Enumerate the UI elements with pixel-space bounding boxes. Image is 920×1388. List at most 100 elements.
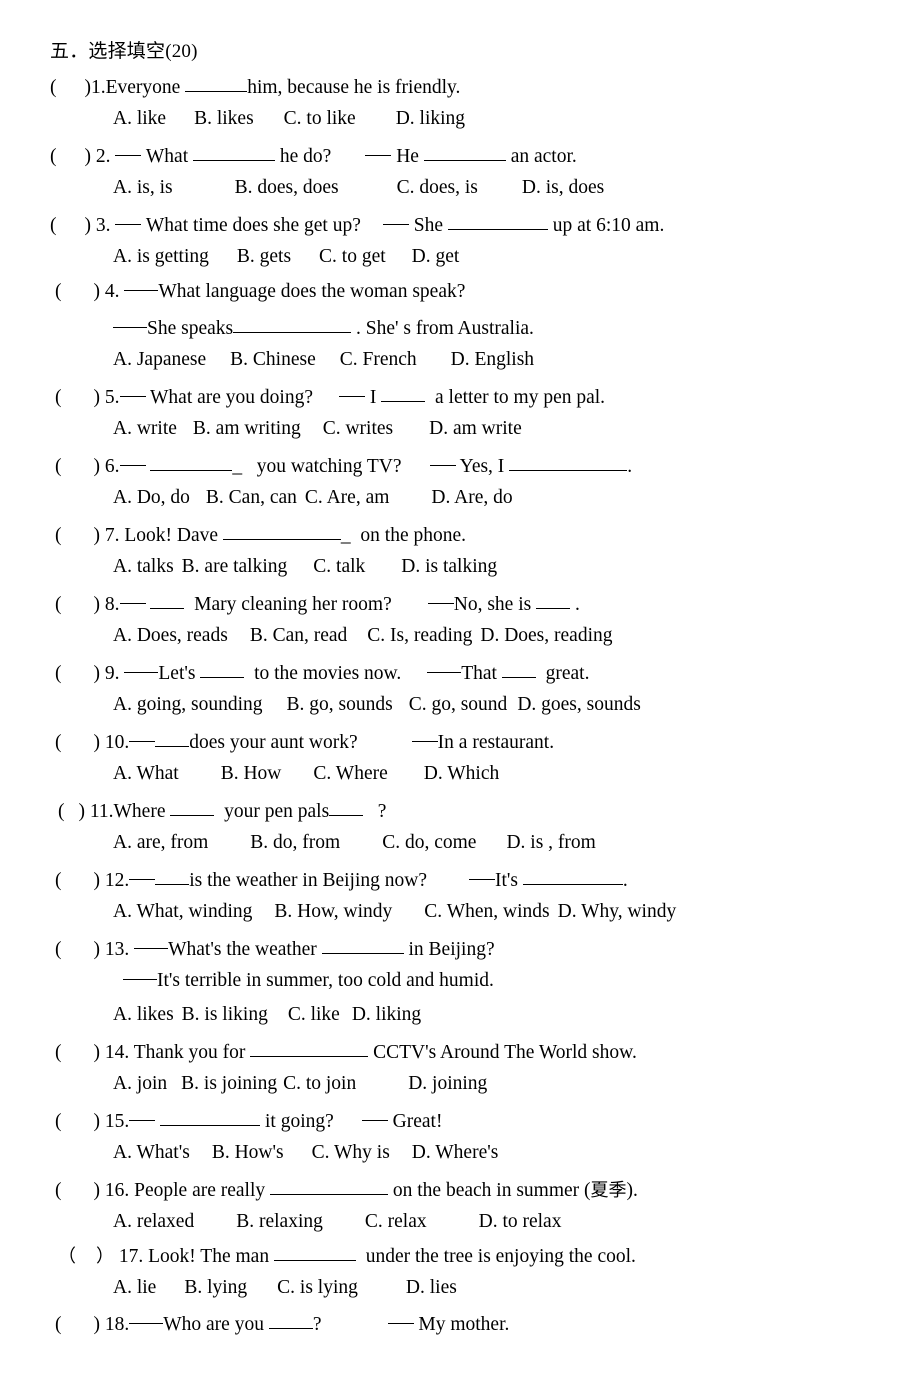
blank-16-1 bbox=[270, 1176, 389, 1195]
question-9-options: A. going, sounding B. go, sounds C. go, so… bbox=[113, 694, 641, 715]
blank-10-1 bbox=[155, 728, 190, 747]
dialogue-dash bbox=[124, 290, 159, 291]
question-12-stem: () 12. is the weather in Beijing now? It's… bbox=[55, 867, 628, 892]
question-8-stem: () 8. Mary cleaning her room? No, she is … bbox=[55, 591, 580, 616]
question-1-stem: ()1.Everyone him, because he is friendly… bbox=[50, 74, 460, 99]
blank-14-1 bbox=[250, 1038, 369, 1057]
dialogue-dash bbox=[119, 464, 146, 466]
blank-7-1 bbox=[222, 521, 341, 540]
answer-bracket-5[interactable]: ( bbox=[55, 387, 62, 408]
answer-bracket-1[interactable]: ( bbox=[50, 77, 57, 98]
blank-12-1 bbox=[155, 866, 190, 885]
question-4-stem: () 4. What language does the woman speak… bbox=[55, 281, 466, 302]
blank-18-1 bbox=[268, 1310, 313, 1329]
worksheet-page: 五．选择填空(20) ()1.Everyone him, because he … bbox=[0, 0, 920, 1388]
question-6-stem: () 6. _ you watching TV? Yes, I . bbox=[55, 453, 632, 478]
blank-6-1 bbox=[150, 452, 233, 471]
question-17-options: A. lie B. lying C. is lying D. lies bbox=[113, 1277, 457, 1298]
question-11-stem: () 11.Where your pen pals ? bbox=[58, 798, 386, 823]
answer-bracket-17[interactable]: （ bbox=[58, 1246, 76, 1267]
dialogue-dash bbox=[387, 1322, 414, 1324]
blank-12-2 bbox=[522, 866, 623, 885]
question-7-stem: () 7. Look! Dave _ on the phone. bbox=[55, 522, 466, 547]
dialogue-dash bbox=[468, 878, 495, 880]
blank-1-1 bbox=[185, 73, 248, 92]
dialogue-dash bbox=[124, 671, 159, 673]
question-10-options: A. What B. How C. Where D. Which bbox=[113, 763, 500, 784]
blank-3-1 bbox=[447, 211, 548, 230]
blank-9-1 bbox=[200, 659, 245, 678]
answer-bracket-2[interactable]: ( bbox=[50, 146, 57, 167]
question-6-options: A. Do, do B. Can, can C. Are, am D. Are, do bbox=[113, 487, 513, 508]
answer-bracket-4[interactable]: ( bbox=[55, 281, 62, 302]
answer-bracket-13[interactable]: ( bbox=[55, 939, 62, 960]
dialogue-dash bbox=[113, 326, 147, 328]
question-1-options: A. like B. likes C. to like D. liking bbox=[113, 108, 466, 129]
answer-bracket-3[interactable]: ( bbox=[50, 215, 57, 236]
question-17-stem: （） 17. Look! The man under the tree is e… bbox=[58, 1243, 636, 1268]
blank-9-2 bbox=[501, 659, 536, 678]
blank-11-1 bbox=[170, 797, 215, 816]
question-2-stem: () 2. What he do? He an actor. bbox=[50, 143, 577, 168]
blank-5-1 bbox=[381, 383, 426, 402]
question-18-stem: () 18. Who are you ? My mother. bbox=[55, 1311, 509, 1336]
dialogue-dash bbox=[115, 154, 142, 156]
dialogue-dash bbox=[123, 979, 157, 980]
dialogue-dash bbox=[134, 947, 169, 949]
blank-2-2 bbox=[423, 142, 506, 161]
answer-bracket-18[interactable]: ( bbox=[55, 1314, 62, 1335]
dialogue-dash bbox=[115, 223, 142, 225]
blank-8-2 bbox=[536, 590, 571, 609]
dialogue-dash bbox=[129, 740, 156, 742]
dialogue-dash bbox=[382, 223, 409, 225]
answer-bracket-6[interactable]: ( bbox=[55, 456, 62, 477]
question-4-continuation: She speaks . She' s from Australia. bbox=[113, 315, 534, 340]
question-14-options: A. join B. is joining C. to join D. joining bbox=[113, 1073, 488, 1094]
dialogue-dash bbox=[129, 1322, 164, 1324]
answer-bracket-9[interactable]: ( bbox=[55, 663, 62, 684]
question-8-options: A. Does, reads B. Can, read C. Is, reading… bbox=[113, 625, 613, 646]
dialogue-dash bbox=[129, 1119, 156, 1121]
answer-bracket-12[interactable]: ( bbox=[55, 870, 62, 891]
question-5-options: A. write B. am writing C. writes D. am writ… bbox=[113, 418, 522, 439]
dialogue-dash bbox=[429, 464, 456, 466]
blank-6-2 bbox=[509, 452, 628, 471]
question-3-options: A. is getting B. gets C. to get D. get bbox=[113, 246, 460, 267]
question-13-continuation: It's terrible in summer, too cold and hu… bbox=[123, 970, 494, 992]
answer-bracket-7[interactable]: ( bbox=[55, 525, 62, 546]
dialogue-dash bbox=[365, 154, 392, 156]
chinese-gloss-summer: 夏季 bbox=[590, 1179, 627, 1201]
answer-bracket-11[interactable]: ( bbox=[58, 801, 65, 822]
question-15-options: A. What's B. How's C. Why is D. Where's bbox=[113, 1142, 499, 1163]
question-4-options: A. Japanese B. Chinese C. French D. English bbox=[113, 349, 535, 370]
answer-bracket-15[interactable]: ( bbox=[55, 1111, 62, 1132]
dialogue-dash bbox=[119, 395, 146, 397]
question-7-options: A. talks B. are talking C. talk D. is talki… bbox=[113, 556, 498, 577]
question-10-stem: () 10. does your aunt work? In a restauran… bbox=[55, 729, 554, 754]
question-12-options: A. What, winding B. How, windy C. When, wi… bbox=[113, 901, 677, 922]
answer-bracket-16[interactable]: ( bbox=[55, 1180, 62, 1201]
question-3-stem: () 3. What time does she get up? She up … bbox=[50, 212, 664, 237]
blank-2-1 bbox=[193, 142, 276, 161]
question-5-stem: () 5. What are you doing? I a letter to … bbox=[55, 384, 605, 409]
question-9-stem: () 9. Let's to the movies now. That great… bbox=[55, 660, 589, 685]
answer-bracket-10[interactable]: ( bbox=[55, 732, 62, 753]
dialogue-dash bbox=[411, 740, 438, 742]
question-2-options: A. is, is B. does, does C. does, is D. is, … bbox=[113, 177, 605, 198]
blank-11-2 bbox=[329, 797, 364, 816]
answer-bracket-14[interactable]: ( bbox=[55, 1042, 62, 1063]
blank-8-1 bbox=[150, 590, 185, 609]
blank-13-1 bbox=[321, 935, 404, 954]
blank-17-1 bbox=[273, 1242, 356, 1261]
answer-bracket-8[interactable]: ( bbox=[55, 594, 62, 615]
question-13-stem: () 13. What's the weather in Beijing? bbox=[55, 936, 495, 961]
dialogue-dash bbox=[427, 671, 462, 673]
dialogue-dash bbox=[119, 602, 146, 604]
dialogue-dash bbox=[361, 1119, 388, 1121]
question-11-options: A. are, from B. do, from C. do, come D. is … bbox=[113, 832, 596, 853]
page-title: 五．选择填空(20) bbox=[50, 41, 198, 62]
question-16-options: A. relaxed B. relaxing C. relax D. to relax bbox=[113, 1211, 562, 1232]
dialogue-dash bbox=[427, 602, 454, 604]
question-14-stem: () 14. Thank you for CCTV's Around The W… bbox=[55, 1039, 637, 1064]
blank-15-1 bbox=[160, 1107, 261, 1126]
